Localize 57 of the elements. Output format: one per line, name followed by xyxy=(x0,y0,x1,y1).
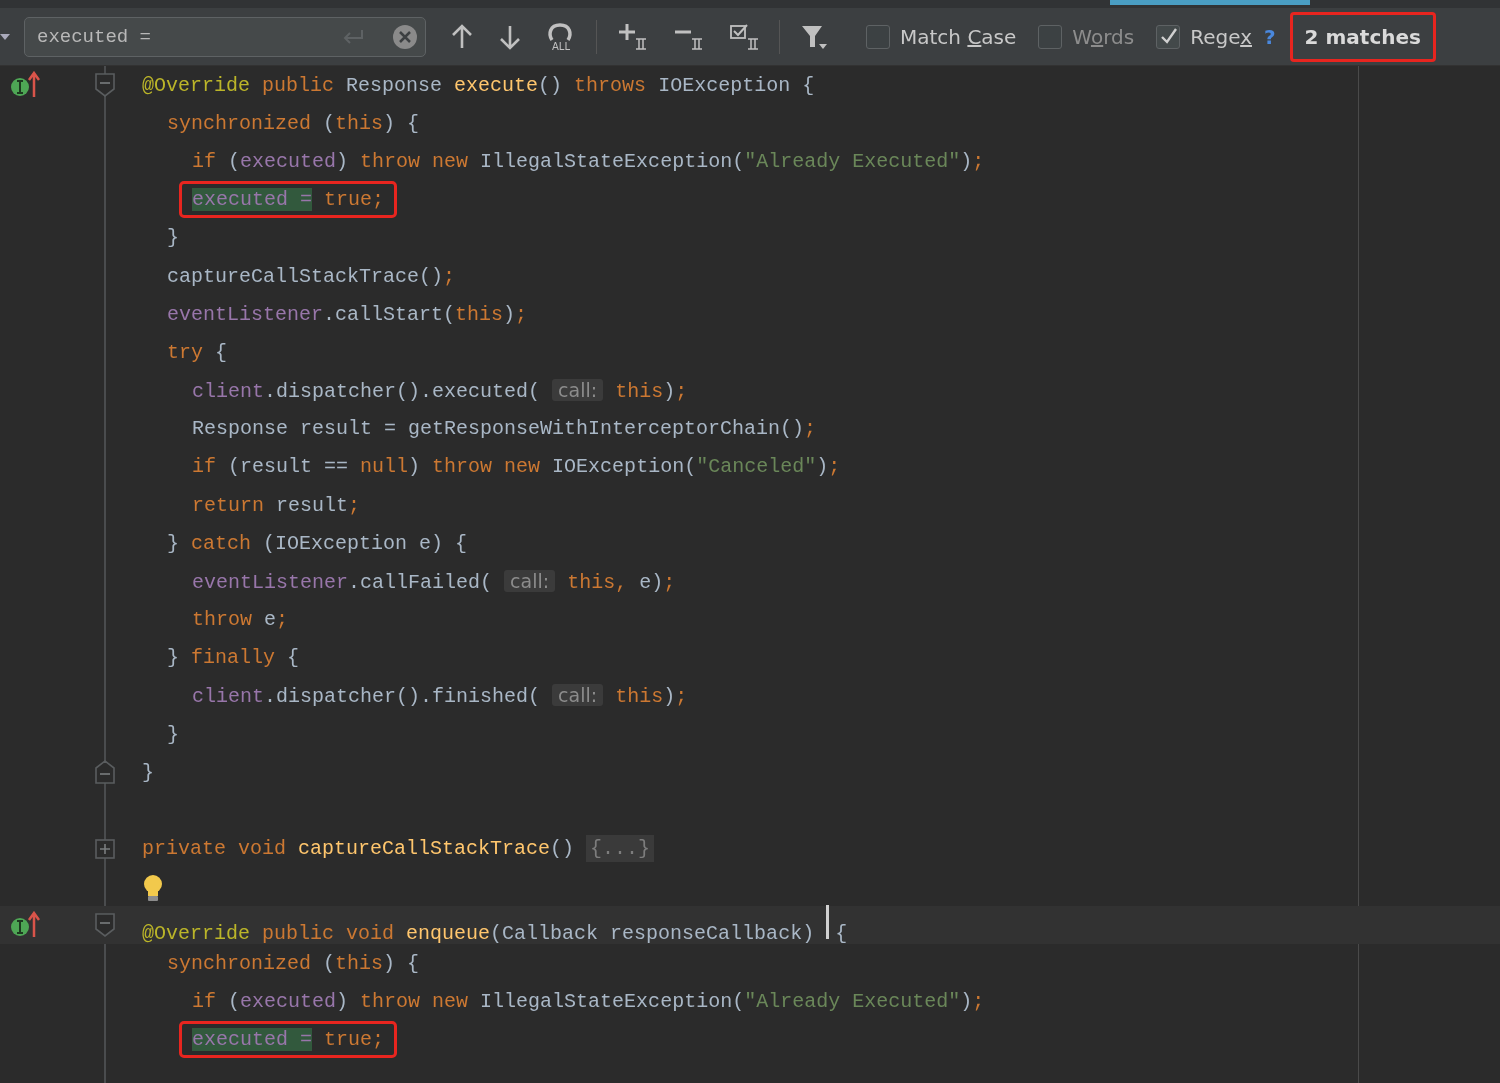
code-text: } finally { xyxy=(167,646,300,670)
code-text: true; xyxy=(323,188,385,212)
search-match: executed = xyxy=(192,1028,313,1052)
code-text: } xyxy=(142,760,154,784)
code-text: try { xyxy=(167,340,228,364)
code-text: return result; xyxy=(192,493,361,517)
code-text: synchronized (this) { xyxy=(167,951,420,975)
add-occurrence-icon[interactable] xyxy=(617,22,649,51)
toggle-occurrences-icon[interactable] xyxy=(729,22,761,51)
override-marker-icon[interactable] xyxy=(10,71,40,100)
code-text: client.dispatcher().finished( xyxy=(192,685,542,709)
override-marker-icon[interactable] xyxy=(10,911,40,940)
option-label[interactable]: Regex xyxy=(1190,24,1252,49)
history-dropdown-icon[interactable] xyxy=(0,31,12,42)
expand-icon[interactable] xyxy=(94,837,116,860)
next-match-icon[interactable] xyxy=(498,23,522,50)
checkbox[interactable] xyxy=(1038,24,1063,49)
code-text: this); xyxy=(614,685,688,709)
fold-end-icon[interactable] xyxy=(94,759,116,786)
option-label[interactable]: Words xyxy=(1072,24,1135,49)
parameter-hint: call: xyxy=(552,684,604,707)
code-text: if (result == null) throw new IOException("Canceled"); xyxy=(192,455,841,479)
code-text: this); xyxy=(614,379,688,403)
checkbox[interactable] xyxy=(866,24,890,49)
code-text: eventListener.callStart(this); xyxy=(167,302,528,326)
code-text: @Override public Response execute() throws IOException { xyxy=(142,73,815,97)
code-text: } xyxy=(167,226,179,250)
code-text: eventListener.callFailed( xyxy=(192,570,494,594)
help-link[interactable]: ? xyxy=(1264,24,1276,49)
code-text: throw e; xyxy=(192,608,289,632)
code-text: Response result = getResponseWithInterceptorChain(); xyxy=(192,417,817,441)
code-text: this, e); xyxy=(566,570,676,594)
checkbox[interactable] xyxy=(1156,24,1181,49)
previous-match-icon[interactable] xyxy=(450,23,474,50)
code-text: } catch (IOException e) { xyxy=(167,531,468,555)
code-text: private void captureCallStackTrace() xyxy=(142,837,576,861)
fold-icon[interactable] xyxy=(94,72,116,99)
search-field[interactable]: executed = xyxy=(24,16,426,57)
folded-code[interactable]: {...} xyxy=(586,835,655,863)
search-match: executed = xyxy=(192,188,313,212)
code-text: { xyxy=(835,922,848,946)
code-text: synchronized (this) { xyxy=(167,111,420,135)
code-text: if (executed) throw new IllegalStateException("Already Executed"); xyxy=(192,149,985,173)
lightbulb-icon[interactable] xyxy=(142,874,164,903)
code-text: client.dispatcher().executed( xyxy=(192,379,542,403)
match-count: 2 matches xyxy=(1289,11,1436,62)
parameter-hint: call: xyxy=(504,569,556,592)
code-text: @Override public void enqueue(Callback responseCallback) xyxy=(142,922,816,946)
parameter-hint: call: xyxy=(552,378,604,401)
option-label[interactable]: Match Case xyxy=(900,24,1017,49)
clear-icon[interactable] xyxy=(392,23,418,50)
text-caret xyxy=(826,905,830,940)
code-text: if (executed) throw new IllegalStateException("Already Executed"); xyxy=(192,990,985,1014)
code-text: true; xyxy=(323,1028,385,1052)
code-text: } xyxy=(167,722,179,746)
code-text: captureCallStackTrace(); xyxy=(167,264,456,288)
fold-icon[interactable] xyxy=(94,912,116,939)
